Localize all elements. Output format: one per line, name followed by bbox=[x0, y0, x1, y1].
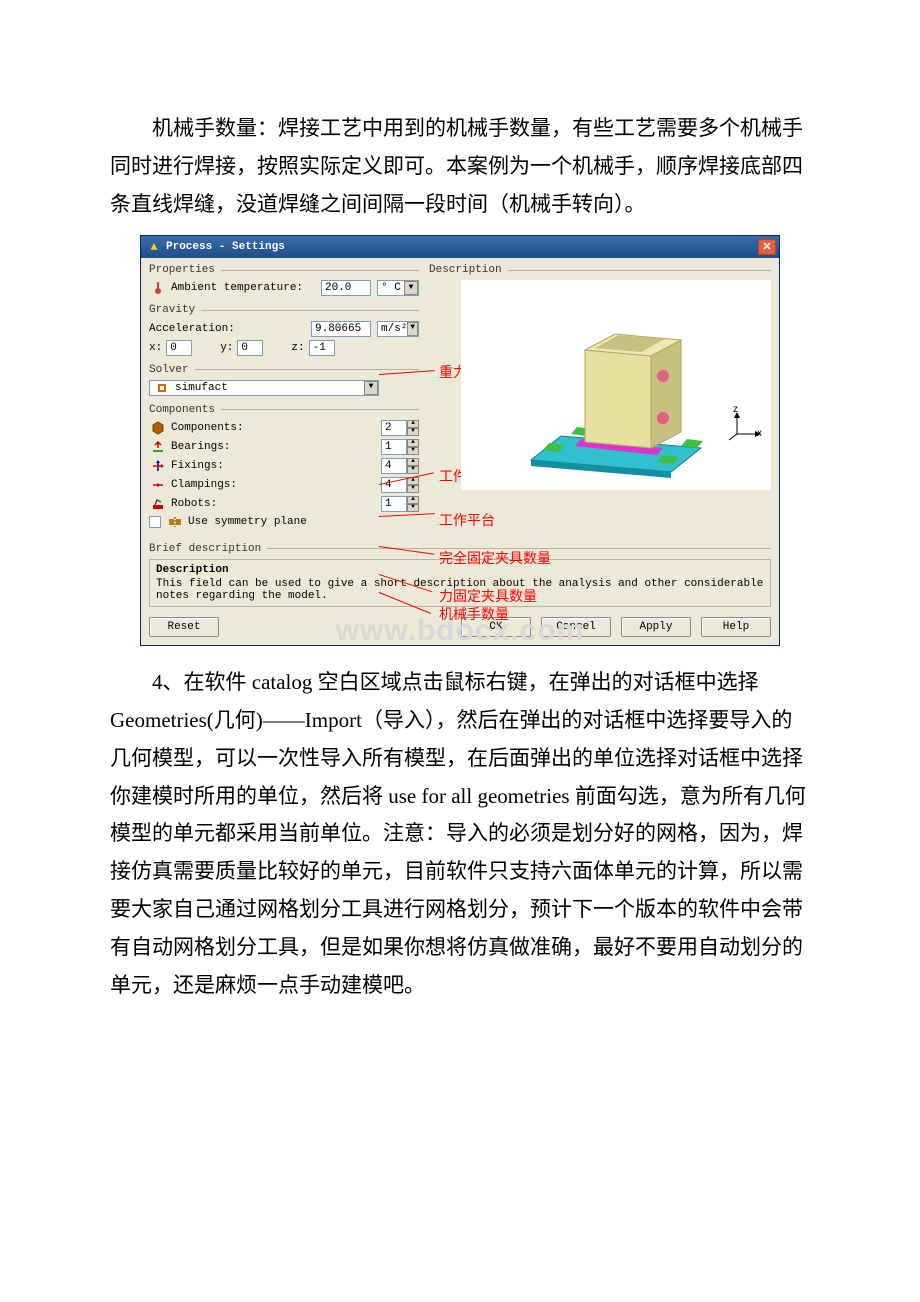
robots-icon bbox=[149, 497, 167, 511]
process-settings-dialog: ▲ Process - Settings ✕ www.bdocx.com Pro… bbox=[140, 235, 780, 646]
annotation-fixed-clamps: 完全固定夹具数量 bbox=[439, 552, 551, 567]
properties-group: Properties Ambient temperature: 20.0 ° C… bbox=[149, 264, 419, 296]
symmetry-icon bbox=[166, 515, 184, 529]
brief-description-title: Brief description bbox=[149, 543, 261, 555]
annotation-worktable: 工作平台 bbox=[439, 514, 495, 529]
model-preview: x z bbox=[461, 280, 771, 490]
accel-unit-value: m/s² bbox=[381, 323, 407, 335]
fixings-stepper[interactable]: ▲▼ bbox=[407, 458, 419, 474]
gravity-title: Gravity bbox=[149, 304, 195, 316]
robots-stepper[interactable]: ▲▼ bbox=[407, 496, 419, 512]
robots-label: Robots: bbox=[171, 498, 381, 510]
bearings-row: Bearings: 1 ▲▼ bbox=[149, 439, 419, 455]
dropdown-icon: ▼ bbox=[404, 281, 418, 295]
accel-unit-select[interactable]: m/s² ▼ bbox=[377, 321, 419, 337]
apply-button[interactable]: Apply bbox=[621, 617, 691, 637]
gravity-group: Gravity Acceleration: 9.80665 m/s² ▼ x: bbox=[149, 304, 419, 355]
z-label: z: bbox=[291, 342, 304, 354]
axis-triad-icon: x z bbox=[727, 408, 763, 447]
robots-row: Robots: 1 ▲▼ bbox=[149, 496, 419, 512]
robots-input[interactable]: 1 bbox=[381, 496, 407, 512]
step4-paragraph: 4、在软件 catalog 空白区域点击鼠标右键，在弹出的对话框中选择 Geom… bbox=[110, 664, 810, 1004]
components-icon bbox=[149, 421, 167, 435]
solver-icon bbox=[153, 382, 171, 394]
dropdown-icon: ▼ bbox=[364, 381, 378, 395]
accel-label: Acceleration: bbox=[149, 323, 311, 335]
titlebar: ▲ Process - Settings ✕ bbox=[141, 236, 779, 258]
fixings-label: Fixings: bbox=[171, 460, 381, 472]
annotation-robots: 机械手数量 bbox=[439, 608, 509, 623]
symmetry-label: Use symmetry plane bbox=[188, 516, 307, 528]
axis-x-label: x bbox=[757, 428, 762, 439]
components-input[interactable]: 2 bbox=[381, 420, 407, 436]
dropdown-icon: ▼ bbox=[407, 322, 418, 336]
model-3d-icon bbox=[491, 300, 741, 490]
bearings-stepper[interactable]: ▲▼ bbox=[407, 439, 419, 455]
clampings-label: Clampings: bbox=[171, 479, 381, 491]
fixings-input[interactable]: 4 bbox=[381, 458, 407, 474]
ambient-unit-value: ° C bbox=[381, 282, 401, 294]
clampings-stepper[interactable]: ▲▼ bbox=[407, 477, 419, 493]
axis-z-label: z bbox=[733, 404, 738, 415]
clampings-icon bbox=[149, 478, 167, 492]
fixings-row: Fixings: 4 ▲▼ bbox=[149, 458, 419, 474]
components-label: Components: bbox=[171, 422, 381, 434]
fixings-icon bbox=[149, 459, 167, 473]
gravity-z-input[interactable]: -1 bbox=[309, 340, 335, 356]
ambient-label: Ambient temperature: bbox=[171, 282, 321, 294]
x-label: x: bbox=[149, 342, 162, 354]
components-stepper[interactable]: ▲▼ bbox=[407, 420, 419, 436]
solver-title: Solver bbox=[149, 364, 189, 376]
intro-paragraph: 机械手数量：焊接工艺中用到的机械手数量，有些工艺需要多个机械手同时进行焊接，按照… bbox=[110, 110, 810, 223]
ambient-temp-input[interactable]: 20.0 bbox=[321, 280, 371, 296]
solver-select[interactable]: simufact ▼ bbox=[149, 380, 379, 396]
description-title: Description bbox=[429, 264, 502, 276]
accel-input[interactable]: 9.80665 bbox=[311, 321, 371, 337]
gravity-x-input[interactable]: 0 bbox=[166, 340, 192, 356]
cancel-button[interactable]: Cancel bbox=[541, 617, 611, 637]
bearings-input[interactable]: 1 bbox=[381, 439, 407, 455]
help-button[interactable]: Help bbox=[701, 617, 771, 637]
bearings-label: Bearings: bbox=[171, 441, 381, 453]
close-button[interactable]: ✕ bbox=[758, 239, 776, 255]
warning-icon: ▲ bbox=[147, 240, 161, 254]
components-row: Components: 2 ▲▼ bbox=[149, 420, 419, 436]
components-group: Components Components: 2 ▲▼ bbox=[149, 404, 419, 529]
solver-value: simufact bbox=[175, 382, 228, 394]
thermometer-icon bbox=[149, 281, 167, 295]
bearings-icon bbox=[149, 440, 167, 454]
reset-button[interactable]: Reset bbox=[149, 617, 219, 637]
annotation-force-clamps: 力固定夹具数量 bbox=[439, 590, 537, 605]
dialog-screenshot: ▲ Process - Settings ✕ www.bdocx.com Pro… bbox=[110, 235, 810, 646]
ambient-unit-select[interactable]: ° C ▼ bbox=[377, 280, 419, 296]
window-title: Process - Settings bbox=[166, 241, 285, 253]
y-label: y: bbox=[220, 342, 233, 354]
symmetry-checkbox[interactable] bbox=[149, 516, 161, 528]
gravity-y-input[interactable]: 0 bbox=[237, 340, 263, 356]
properties-title: Properties bbox=[149, 264, 215, 276]
solver-group: Solver simufact ▼ bbox=[149, 364, 419, 396]
components-title: Components bbox=[149, 404, 215, 416]
close-icon: ✕ bbox=[762, 241, 771, 253]
